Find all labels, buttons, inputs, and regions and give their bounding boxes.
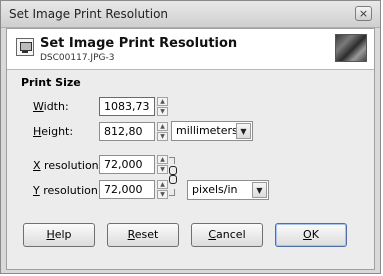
height-increment-button[interactable]: ▲ <box>157 122 168 131</box>
chain-link-icon[interactable] <box>169 166 177 184</box>
width-increment-button[interactable]: ▲ <box>157 97 168 106</box>
size-unit-select[interactable]: millimeters ▼ <box>171 121 253 141</box>
x-resolution-label: X resolution: <box>33 159 103 172</box>
resolution-unit-select[interactable]: pixels/in ▼ <box>187 180 269 200</box>
chain-bracket-top <box>169 157 175 164</box>
width-input[interactable]: 1083,73 <box>99 97 155 116</box>
y-resolution-increment-button[interactable]: ▲ <box>157 180 168 189</box>
size-unit-value: millimeters <box>176 124 238 137</box>
image-thumbnail <box>335 34 367 62</box>
reset-button[interactable]: Reset <box>107 223 179 247</box>
image-name: DSC00117.JPG-3 <box>40 53 115 63</box>
print-size-heading: Print Size <box>21 76 81 89</box>
y-resolution-spinner[interactable]: ▲ ▼ <box>157 180 168 199</box>
x-resolution-spinner[interactable]: ▲ ▼ <box>157 155 168 174</box>
width-spinner[interactable]: ▲ ▼ <box>157 97 168 116</box>
height-label: Height: <box>33 125 74 138</box>
y-resolution-decrement-button[interactable]: ▼ <box>157 190 168 199</box>
window-title: Set Image Print Resolution <box>9 7 169 21</box>
help-button[interactable]: Help <box>23 223 95 247</box>
print-size-icon <box>16 38 34 56</box>
dialog-window: Set Image Print Resolution × Set Image P… <box>0 0 381 274</box>
dialog-heading: Set Image Print Resolution <box>40 36 238 51</box>
cancel-button[interactable]: Cancel <box>191 223 263 247</box>
close-button[interactable]: × <box>355 6 372 21</box>
chevron-down-icon[interactable]: ▼ <box>252 182 267 198</box>
ok-button[interactable]: OK <box>275 223 347 247</box>
chain-bracket-bottom <box>169 189 175 196</box>
y-resolution-label: Y resolution: <box>33 184 102 197</box>
dialog-body: Set Image Print Resolution DSC00117.JPG-… <box>6 28 375 270</box>
width-label: Width: <box>33 100 69 113</box>
x-resolution-increment-button[interactable]: ▲ <box>157 155 168 164</box>
x-resolution-decrement-button[interactable]: ▼ <box>157 165 168 174</box>
y-resolution-input[interactable]: 72,000 <box>99 180 155 199</box>
close-icon: × <box>358 7 369 20</box>
x-resolution-input[interactable]: 72,000 <box>99 155 155 174</box>
height-input[interactable]: 812,80 <box>99 122 155 141</box>
chevron-down-icon[interactable]: ▼ <box>236 123 251 139</box>
resolution-unit-value: pixels/in <box>192 183 238 196</box>
title-bar[interactable]: Set Image Print Resolution × <box>1 1 380 28</box>
dialog-header: Set Image Print Resolution DSC00117.JPG-… <box>7 29 374 70</box>
width-decrement-button[interactable]: ▼ <box>157 107 168 116</box>
height-spinner[interactable]: ▲ ▼ <box>157 122 168 141</box>
height-decrement-button[interactable]: ▼ <box>157 132 168 141</box>
